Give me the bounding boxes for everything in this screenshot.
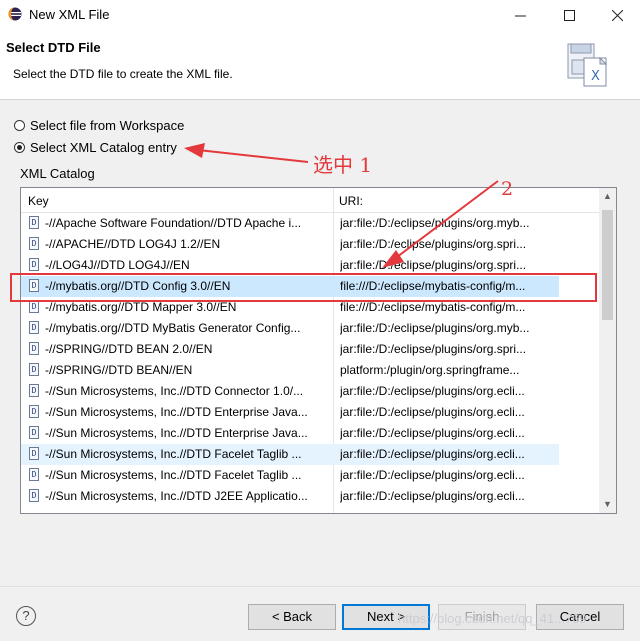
back-button[interactable]: < Back bbox=[248, 604, 336, 630]
watermark: https://blog.csdn.net/qq_41...769 bbox=[398, 611, 587, 626]
annotation-arrows bbox=[184, 143, 499, 268]
arrow-head-1 bbox=[184, 143, 205, 158]
arrow-line-1 bbox=[197, 149, 309, 163]
arrow-head-2 bbox=[382, 250, 404, 268]
annotation-note-1: 选中 1 bbox=[313, 153, 373, 177]
help-icon[interactable]: ? bbox=[16, 606, 36, 626]
annotation-note-2: 2 bbox=[501, 178, 514, 200]
arrow-line-2 bbox=[392, 180, 499, 261]
